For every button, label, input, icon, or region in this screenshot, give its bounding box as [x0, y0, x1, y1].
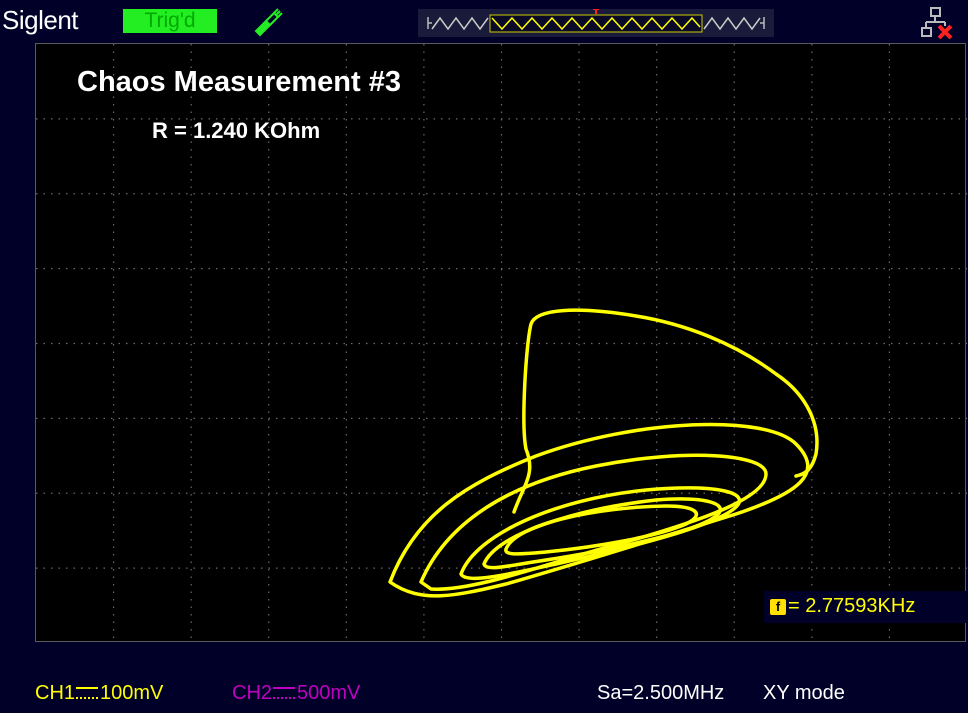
- waveform-display[interactable]: Chaos Measurement #3 R = 1.240 KOhm f = …: [35, 43, 967, 643]
- screen-title: Chaos Measurement #3: [77, 66, 401, 98]
- sample-rate: Sa=2.500MHz: [597, 682, 725, 704]
- brand-label: Siglent: [2, 5, 79, 35]
- memory-timeline[interactable]: [418, 9, 774, 37]
- status-bar: CH1 100mV CH2 500mV Sa=2.500MHz XY mode: [0, 670, 968, 713]
- xy-trace: [388, 308, 819, 598]
- trigger-status-badge[interactable]: Trig'd: [123, 9, 217, 33]
- display-mode[interactable]: XY mode: [763, 682, 845, 705]
- frequency-icon: f: [770, 599, 786, 615]
- ch1-scale: 100mV: [100, 682, 164, 704]
- screen-subtitle: R = 1.240 KOhm: [152, 118, 321, 143]
- network-disconnected-icon: [921, 7, 953, 40]
- ch2-indicator[interactable]: CH2 500mV: [232, 682, 360, 705]
- probe-icon[interactable]: [252, 5, 286, 39]
- frequency-counter[interactable]: f = 2.77593KHz: [764, 591, 967, 623]
- frequency-value: = 2.77593KHz: [788, 595, 916, 617]
- ch1-indicator[interactable]: CH1 100mV: [35, 682, 163, 705]
- top-bar: Siglent Trig'd: [0, 0, 968, 42]
- ch2-scale: 500mV: [297, 682, 361, 704]
- ch2-label: CH2: [232, 682, 273, 704]
- dc-coupling-icon: [76, 686, 99, 699]
- ch1-label: CH1: [35, 682, 76, 704]
- dc-coupling-icon: [273, 686, 296, 699]
